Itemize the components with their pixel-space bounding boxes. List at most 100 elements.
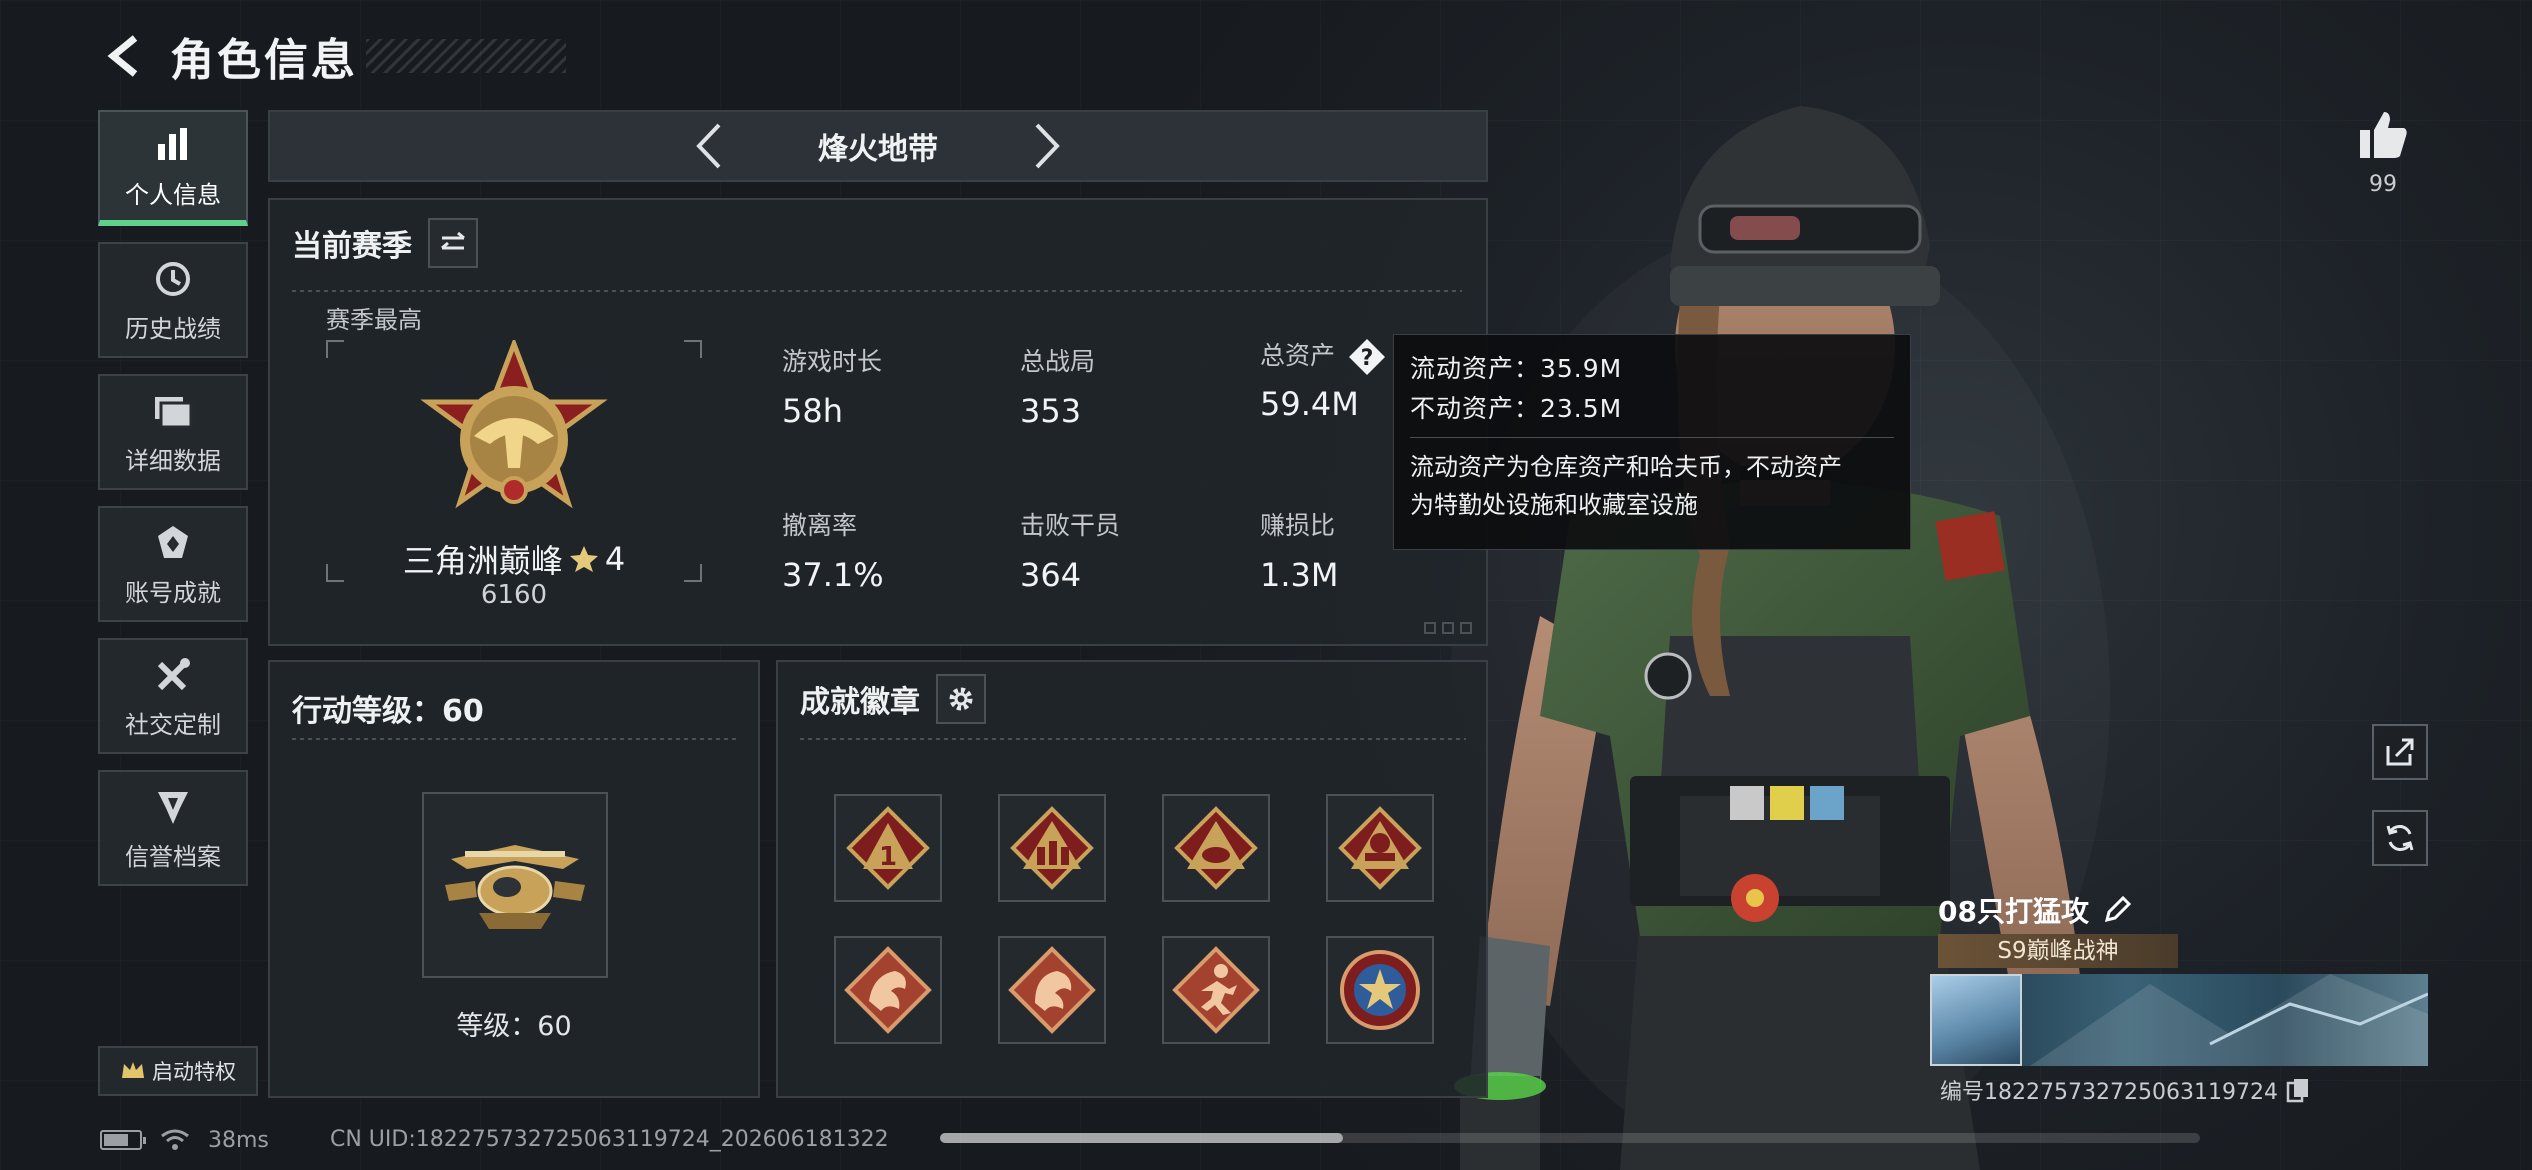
avatar[interactable] bbox=[1930, 974, 2022, 1066]
badge-runner-icon bbox=[1172, 946, 1260, 1034]
folder-icon bbox=[151, 389, 195, 433]
svg-text:?: ? bbox=[1361, 346, 1374, 371]
sidebar-item-label: 账号成就 bbox=[125, 578, 221, 607]
helicopter-emblem-icon bbox=[445, 845, 585, 929]
horizontal-scrollbar[interactable] bbox=[940, 1133, 2200, 1143]
chevron-right-icon bbox=[1035, 123, 1060, 169]
like-count: 99 bbox=[2369, 172, 2397, 197]
season-title: 当前赛季 bbox=[292, 229, 412, 264]
player-title-badge: S9巅峰战神 bbox=[1938, 934, 2178, 968]
rank-stars: 4 bbox=[604, 540, 626, 578]
stat-play-time: 游戏时长 58h bbox=[782, 342, 882, 430]
scrollbar-thumb[interactable] bbox=[940, 1133, 1344, 1143]
copy-icon[interactable] bbox=[2286, 1077, 2310, 1103]
player-name: 08只打猛攻 bbox=[1938, 895, 2089, 928]
stat-value: 1.3M bbox=[1260, 556, 1339, 594]
back-button[interactable] bbox=[100, 31, 150, 81]
rank-name: 三角洲巅峰 bbox=[402, 542, 563, 580]
tools-icon bbox=[151, 653, 195, 697]
title-decoration bbox=[366, 39, 566, 73]
swap-icon bbox=[441, 231, 465, 250]
header: 角色信息 bbox=[100, 26, 566, 86]
sidebar-item-detail-data[interactable]: 详细数据 bbox=[98, 374, 248, 490]
tooltip-liquid-assets: 流动资产：35.9M bbox=[1410, 354, 1623, 383]
sidebar-item-social-custom[interactable]: 社交定制 bbox=[98, 638, 248, 754]
level-emblem[interactable] bbox=[422, 792, 608, 978]
sidebar-item-history[interactable]: 历史战绩 bbox=[98, 242, 248, 358]
badge-eye-icon bbox=[1174, 806, 1258, 890]
player-id-row: 编号1822757327250631197​24 bbox=[1940, 1074, 2310, 1106]
assets-tooltip: 流动资产：35.9M 不动资产：23.5M 流动资产为仓库资产和哈夫币，不动资产… bbox=[1393, 334, 1911, 550]
tooltip-divider bbox=[1410, 437, 1894, 438]
rank-score: 6160 bbox=[480, 580, 548, 610]
uid-text: CN UID:1822757327250631197​24_2026061813… bbox=[330, 1127, 889, 1152]
clock-icon bbox=[151, 257, 195, 301]
badge-helmet-icon bbox=[1338, 806, 1422, 890]
mode-selector: 烽火地带 bbox=[268, 110, 1488, 182]
next-mode-button[interactable] bbox=[1018, 116, 1078, 176]
achievement-badge[interactable]: 1 bbox=[834, 794, 942, 902]
sidebar-item-label: 信誉档案 bbox=[125, 842, 221, 871]
sidebar-item-personal-info[interactable]: 个人信息 bbox=[98, 110, 248, 226]
badge-squad-icon bbox=[1010, 806, 1094, 890]
privilege-button[interactable]: 启动特权 bbox=[98, 1046, 258, 1096]
achievement-badge[interactable] bbox=[834, 936, 942, 1044]
sidebar-item-credit[interactable]: 信誉档案 bbox=[98, 770, 248, 886]
achievement-icon bbox=[151, 521, 195, 565]
stat-label: 总战局 bbox=[1020, 347, 1096, 376]
divider bbox=[292, 738, 738, 740]
sidebar-item-label: 个人信息 bbox=[125, 180, 221, 209]
bar-chart-icon bbox=[151, 123, 195, 167]
star-icon bbox=[569, 546, 598, 572]
stat-label: 游戏时长 bbox=[782, 347, 883, 376]
banner-artwork bbox=[2030, 974, 2428, 1066]
badge-dragon-icon bbox=[844, 946, 932, 1034]
share-button[interactable] bbox=[2372, 724, 2428, 780]
prev-mode-button[interactable] bbox=[678, 116, 738, 176]
achievement-badge[interactable] bbox=[1162, 936, 1270, 1044]
stat-total-assets: 总资产 ? 59.4M bbox=[1260, 336, 1387, 423]
credit-shield-icon bbox=[151, 785, 195, 829]
stat-value: 59.4M bbox=[1260, 385, 1359, 423]
sidebar: 个人信息 历史战绩 详细数据 账号成就 社交定制 信誉档案 bbox=[98, 110, 250, 902]
player-name-row: 08只打猛攻 bbox=[1938, 890, 2131, 930]
tooltip-description-line1: 流动资产为仓库资产和哈夫币，不动资产 bbox=[1410, 453, 1842, 481]
panel-corner-decoration bbox=[1424, 622, 1472, 634]
badge-dragon-icon bbox=[1008, 946, 1096, 1034]
season-header: 当前赛季 bbox=[292, 218, 478, 268]
battery-icon bbox=[100, 1130, 146, 1150]
badge-settings-button[interactable] bbox=[936, 674, 986, 724]
tooltip-fixed-assets: 不动资产：23.5M bbox=[1410, 394, 1623, 423]
crown-icon bbox=[122, 1062, 144, 1078]
divider bbox=[292, 290, 1462, 292]
achievement-badge[interactable] bbox=[998, 794, 1106, 902]
stat-label: 总资产 bbox=[1260, 341, 1336, 370]
chevron-left-icon bbox=[696, 123, 721, 169]
svg-text:1: 1 bbox=[879, 842, 897, 872]
achievement-badge[interactable] bbox=[1326, 936, 1434, 1044]
wifi-icon bbox=[161, 1129, 189, 1150]
refresh-button[interactable] bbox=[2372, 810, 2428, 866]
stat-value: 37.1% bbox=[782, 556, 884, 594]
like-button[interactable] bbox=[2348, 100, 2418, 170]
tooltip-description-line2: 为特勤处设施和收藏室设施 bbox=[1410, 491, 1698, 519]
achievement-badge[interactable] bbox=[998, 936, 1106, 1044]
status-bar: 38ms bbox=[100, 1120, 269, 1160]
achievement-badge[interactable] bbox=[1326, 794, 1434, 902]
stat-kills: 击败干员 364 bbox=[1020, 506, 1120, 594]
switch-season-button[interactable] bbox=[428, 218, 478, 268]
stat-value: 58h bbox=[782, 392, 843, 430]
level-title: 行动等级：60 bbox=[292, 694, 484, 729]
thumbs-up-icon bbox=[2360, 112, 2407, 158]
player-card-banner[interactable] bbox=[1930, 974, 2428, 1066]
sidebar-item-achievements[interactable]: 账号成就 bbox=[98, 506, 248, 622]
divider bbox=[800, 738, 1466, 740]
edit-icon[interactable] bbox=[2103, 896, 2131, 924]
badges-title: 成就徽章 bbox=[800, 685, 920, 720]
help-icon[interactable]: ? bbox=[1347, 337, 1387, 377]
level-value: 等级：60 bbox=[456, 1011, 572, 1042]
stat-total-matches: 总战局 353 bbox=[1020, 342, 1095, 430]
achievement-badge[interactable] bbox=[1162, 794, 1270, 902]
stat-label: 撤离率 bbox=[782, 511, 858, 540]
stat-profit-ratio: 赚损比 1.3M bbox=[1260, 506, 1339, 594]
